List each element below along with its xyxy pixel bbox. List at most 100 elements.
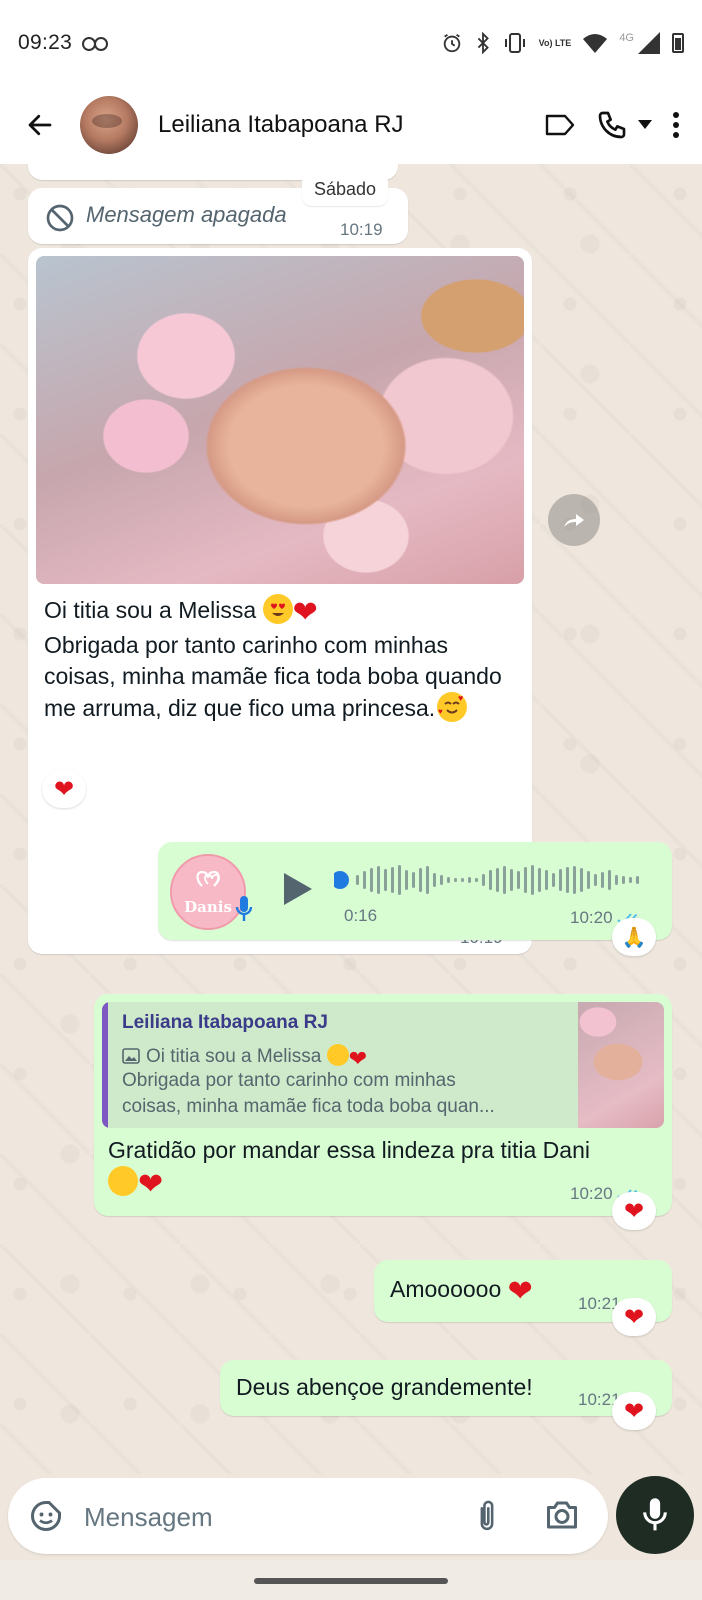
waveform-bar — [559, 869, 562, 891]
waveform-bar — [629, 877, 632, 883]
waveform-bar — [391, 867, 394, 893]
waveform-bar — [496, 868, 499, 892]
heart-eyes-emoji-icon — [262, 594, 293, 624]
caption-line2: Obrigada por tanto carinho com minhas co… — [44, 632, 502, 721]
red-heart-emoji-icon: ❤ — [507, 1275, 533, 1308]
reply-text: Gratidão por mandar essa lindeza pra tit… — [108, 1137, 590, 1163]
text-message[interactable]: Deus abençoe grandemente! 10:21 — [220, 1360, 672, 1416]
blocked-icon — [46, 204, 74, 232]
caption-line1: Oi titia sou a Melissa — [44, 597, 257, 623]
quote-bar — [102, 1002, 108, 1128]
waveform-bar — [531, 865, 534, 895]
message-reaction[interactable]: ❤ — [612, 1298, 656, 1336]
baby-photo[interactable] — [36, 256, 524, 584]
quoted-line1: Oi titia sou a Melissa ❤ — [122, 1044, 572, 1071]
hearts-logo-icon — [196, 870, 220, 887]
forward-button[interactable] — [548, 494, 600, 546]
waveform-bar — [489, 870, 492, 890]
chat-area[interactable]: Mensagem apagada 10:19 Sábado Oi titia s… — [0, 164, 702, 1474]
waveform-bar — [370, 868, 373, 892]
network-type: 4G — [619, 32, 634, 44]
waveform-bar — [440, 875, 443, 885]
call-button[interactable] — [596, 109, 652, 141]
voicemail-icon — [82, 36, 109, 51]
message-time-text: 10:20 — [570, 1184, 613, 1203]
status-bar: 09:23 Vo) LTE 4G — [0, 0, 702, 86]
attach-icon[interactable] — [472, 1498, 502, 1534]
camera-icon[interactable] — [544, 1498, 580, 1532]
waveform-bar — [377, 866, 380, 894]
message-reaction[interactable]: ❤ — [612, 1192, 656, 1230]
phone-icon — [598, 111, 626, 139]
svg-text:♥: ♥ — [458, 693, 463, 703]
contact-avatar[interactable] — [80, 96, 138, 154]
voice-record-button[interactable] — [616, 1476, 694, 1554]
signal-icon — [638, 32, 660, 54]
message-time: 10:19 — [340, 220, 383, 239]
red-heart-emoji-icon: ❤ — [138, 1168, 164, 1201]
audio-duration: 0:16 — [344, 906, 378, 925]
label-icon[interactable] — [544, 111, 576, 139]
waveform-bar — [503, 866, 506, 894]
waveform-bar — [622, 876, 625, 884]
svg-text:♥: ♥ — [438, 707, 443, 716]
message-reaction[interactable]: ❤ — [612, 1392, 656, 1430]
contact-name[interactable]: Leiliana Itabapoana RJ — [158, 111, 404, 139]
home-gesture-handle[interactable] — [254, 1578, 448, 1584]
volte-indicator: Vo) LTE — [538, 37, 572, 48]
waveform-bar — [405, 870, 408, 890]
message-text: Amoooooo ❤ — [390, 1275, 533, 1308]
waveform-bar — [482, 874, 485, 886]
more-vertical-icon[interactable] — [672, 111, 680, 139]
wifi-icon — [583, 34, 608, 53]
waveform-bar — [447, 877, 450, 883]
waveform-bar — [636, 876, 639, 884]
bluetooth-icon — [477, 32, 489, 54]
quoted-message[interactable]: Leiliana Itabapoana RJ Oi titia sou a Me… — [102, 1002, 664, 1128]
voice-message[interactable]: Danis 0:16 10:20 — [158, 842, 672, 940]
waveform-bar — [356, 875, 359, 885]
back-button[interactable] — [22, 107, 58, 143]
waveform-bar — [524, 867, 527, 893]
status-icons: Vo) LTE 4G — [441, 32, 684, 54]
waveform-bar — [573, 866, 576, 894]
quoted-line3: coisas, minha mamãe fica toda boba quan.… — [122, 1096, 495, 1117]
play-icon[interactable] — [280, 870, 314, 908]
forward-icon — [564, 514, 584, 527]
waveform-bar — [454, 878, 457, 882]
date-separator: Sábado — [302, 172, 389, 206]
battery-icon — [672, 33, 684, 53]
waveform-bar — [552, 873, 555, 887]
message-input[interactable]: Mensagem — [84, 1502, 213, 1533]
red-heart-emoji-icon: ❤ — [292, 596, 318, 629]
system-nav-bar — [0, 1560, 702, 1600]
message-reaction[interactable]: 🙏 — [612, 918, 656, 956]
quoted-sender: Leiliana Itabapoana RJ — [122, 1012, 328, 1033]
vibrate-icon — [504, 33, 525, 53]
message-text-value: Amoooooo — [390, 1276, 502, 1302]
waveform-bar — [412, 872, 415, 888]
waveform-bar — [510, 869, 513, 891]
waveform-bar — [468, 877, 471, 883]
smiling-hearts-emoji-icon — [108, 1166, 138, 1196]
waveform-bar — [475, 878, 478, 882]
waveform-bar — [538, 868, 541, 892]
sticker-icon[interactable] — [28, 1498, 64, 1534]
waveform-bar — [580, 868, 583, 892]
photo-icon — [122, 1048, 140, 1064]
waveform-bar — [517, 871, 520, 889]
avatar-logo-text: Danis — [184, 898, 232, 916]
waveform-bar — [615, 875, 618, 885]
message-reaction[interactable]: ❤ — [42, 770, 86, 808]
message-text: Deus abençoe grandemente! — [236, 1374, 533, 1400]
smiling-hearts-emoji-icon: ♥ ♥ — [437, 692, 468, 722]
waveform-bar — [566, 867, 569, 893]
waveform-bar — [594, 874, 597, 886]
waveform-bar — [461, 878, 464, 882]
waveform-bar — [398, 865, 401, 895]
audio-waveform[interactable] — [334, 862, 648, 898]
chat-header: Leiliana Itabapoana RJ — [0, 86, 702, 164]
reply-message[interactable]: Leiliana Itabapoana RJ Oi titia sou a Me… — [94, 994, 672, 1216]
alarm-icon — [443, 33, 460, 53]
quoted-line2: Obrigada por tanto carinho com minhas — [122, 1070, 456, 1091]
